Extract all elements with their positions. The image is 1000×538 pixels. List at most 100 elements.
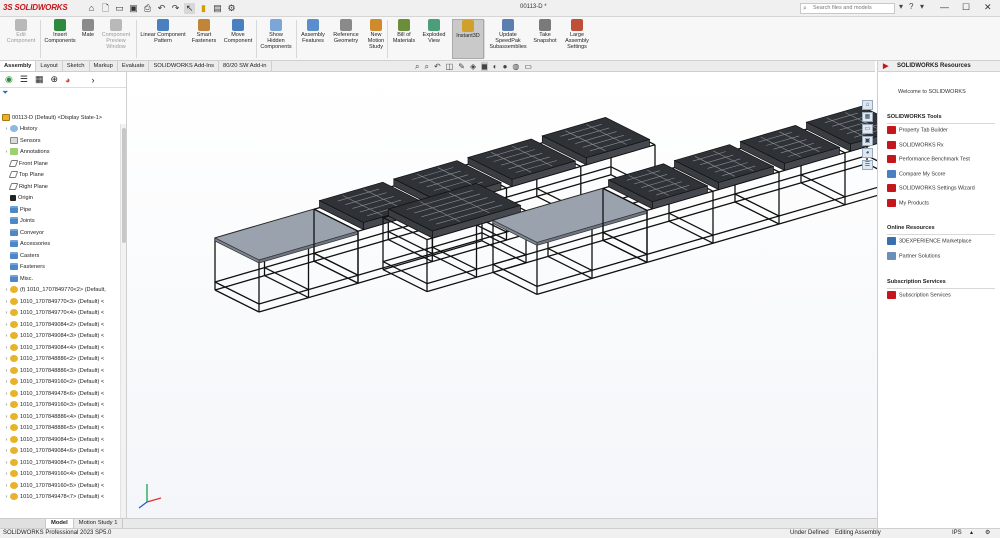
hide-show-items-icon[interactable]: ◐ <box>493 62 498 71</box>
status-options-icon[interactable]: ⚙ <box>985 529 990 538</box>
apply-scene-icon[interactable]: ◍ <box>512 62 519 71</box>
expand-arrow-icon[interactable]: › <box>3 412 10 424</box>
tree-item[interactable]: › 1010_1707848886<5> (Default) < <box>0 423 120 435</box>
tree-item[interactable]: Pipe <box>0 205 120 217</box>
expand-arrow-icon[interactable]: › <box>3 343 10 355</box>
tree-item[interactable]: Origin <box>0 193 120 205</box>
tree-item[interactable]: Accessories <box>0 239 120 251</box>
tab-sketch[interactable]: Sketch <box>63 61 90 71</box>
expand-arrow-icon[interactable]: › <box>3 389 10 401</box>
resources-tab-icon[interactable]: ⌂ <box>862 100 873 110</box>
tree-scrollbar-thumb[interactable] <box>122 128 126 243</box>
expand-arrow-icon[interactable]: › <box>3 469 10 481</box>
tree-item[interactable]: › 1010_1707849160<4> (Default) < <box>0 469 120 481</box>
bottom-tab-motion-study-1[interactable]: Motion Study 1 <box>74 519 124 528</box>
ribbon-button-12[interactable]: Exploded View <box>421 19 447 44</box>
dimxpert-tab-icon[interactable]: ⊕ <box>50 74 58 85</box>
zoom-area-icon[interactable]: ⌕ <box>424 62 428 71</box>
panel-expand-icon[interactable]: › <box>91 75 94 85</box>
expand-arrow-icon[interactable]: › <box>3 308 10 320</box>
resource-link[interactable]: Subscription Services <box>887 291 951 299</box>
resource-link[interactable]: 3DEXPERIENCE Marketplace <box>887 237 972 245</box>
ribbon-button-16[interactable]: Large Assembly Settings <box>562 19 592 50</box>
configuration-manager-tab-icon[interactable]: ▦ <box>35 74 44 85</box>
ribbon-button-2[interactable]: Mate <box>80 19 96 38</box>
resource-link[interactable]: Performance Benchmark Test <box>887 155 970 163</box>
display-style-icon[interactable]: ◼ <box>481 62 488 71</box>
tab-scroll-arrows[interactable] <box>0 519 46 528</box>
assembly-model-view[interactable] <box>127 72 912 518</box>
ribbon-button-1[interactable]: Insert Components <box>42 19 78 44</box>
tree-item[interactable]: › 1010_1707849084<2> (Default) < <box>0 320 120 332</box>
property-manager-tab-icon[interactable]: ☰ <box>20 74 28 85</box>
ribbon-button-11[interactable]: Bill of Materials <box>391 19 417 44</box>
tree-item[interactable]: Sensors <box>0 136 120 148</box>
zoom-to-fit-icon[interactable]: ⌕ <box>415 62 419 71</box>
tree-item[interactable]: › 1010_1707849160<5> (Default) < <box>0 481 120 493</box>
resource-link[interactable]: SOLIDWORKS Rx <box>887 140 944 149</box>
ribbon-button-3[interactable]: Component Preview Window <box>100 19 132 50</box>
help-dropdown-icon[interactable]: ▾ <box>920 2 924 11</box>
tree-item[interactable]: › 1010_1707849084<7> (Default) < <box>0 458 120 470</box>
edit-appearance-icon[interactable]: ● <box>503 62 508 71</box>
tree-item[interactable]: › History <box>0 124 120 136</box>
tree-item[interactable]: › 1010_1707849478<6> (Default) < <box>0 389 120 401</box>
tree-item[interactable]: › Annotations <box>0 147 120 159</box>
resource-link[interactable]: My Products <box>887 198 929 207</box>
help-icon[interactable]: ? <box>909 2 913 11</box>
ribbon-button-14[interactable]: Update SpeedPak Subassemblies <box>488 19 528 50</box>
tree-item[interactable]: › 1010_1707849160<3> (Default) < <box>0 400 120 412</box>
bottom-tab-model[interactable]: Model <box>46 519 74 528</box>
expand-arrow-icon[interactable]: › <box>3 331 10 343</box>
tree-item[interactable]: › 1010_1707849770<4> (Default) < <box>0 308 120 320</box>
expand-arrow-icon[interactable]: › <box>3 446 10 458</box>
save-icon[interactable]: ▣ <box>128 3 139 14</box>
ribbon-button-10[interactable]: New Motion Study <box>364 19 388 50</box>
tree-item[interactable]: Joints <box>0 216 120 228</box>
previous-view-icon[interactable]: ↶ <box>434 62 441 71</box>
view-settings-icon[interactable]: ▭ <box>524 62 532 71</box>
view-orientation-icon[interactable]: ◈ <box>470 62 476 71</box>
tree-item[interactable]: › 1010_1707849478<7> (Default) < <box>0 492 120 504</box>
expand-arrow-icon[interactable]: › <box>3 147 10 159</box>
expand-arrow-icon[interactable]: › <box>3 492 10 504</box>
expand-arrow-icon[interactable]: › <box>3 124 10 136</box>
tree-item[interactable]: › 1010_1707849084<3> (Default) < <box>0 331 120 343</box>
tree-item[interactable]: Conveyor <box>0 228 120 240</box>
file-explorer-tab-icon[interactable]: ▭ <box>862 124 873 134</box>
expand-arrow-icon[interactable]: › <box>3 458 10 470</box>
tree-item[interactable]: › 1010_1707849160<2> (Default) < <box>0 377 120 389</box>
tree-item[interactable]: › 1010_1707849084<5> (Default) < <box>0 435 120 447</box>
tree-item[interactable]: › 1010_1707848886<3> (Default) < <box>0 366 120 378</box>
ribbon-button-4[interactable]: Linear Component Pattern <box>138 19 188 44</box>
tree-item[interactable]: Casters <box>0 251 120 263</box>
dynamic-annotation-icon[interactable]: ✎ <box>458 62 465 71</box>
maximize-icon[interactable]: ☐ <box>962 2 970 13</box>
tab-assembly[interactable]: Assembly <box>0 61 37 71</box>
feature-manager-tab-icon[interactable]: ◉ <box>5 74 13 85</box>
tree-item[interactable]: Top Plane <box>0 170 120 182</box>
appearances-tab-icon[interactable]: ◕ <box>862 148 873 158</box>
tree-item[interactable]: Fasteners <box>0 262 120 274</box>
tab-80-20-sw-add-in[interactable]: 80/20 SW Add-in <box>219 61 272 71</box>
search-dropdown-icon[interactable]: ▾ <box>899 2 903 11</box>
ribbon-button-8[interactable]: Assembly Features <box>298 19 328 44</box>
expand-arrow-icon[interactable]: › <box>3 423 10 435</box>
resource-link[interactable]: Property Tab Builder <box>887 126 948 134</box>
welcome-link[interactable]: Welcome to SOLIDWORKS <box>898 89 966 95</box>
tree-item[interactable]: › 1010_1707849084<6> (Default) < <box>0 446 120 458</box>
ribbon-button-7[interactable]: Show Hidden Components <box>258 19 294 50</box>
graphics-area[interactable] <box>127 72 912 518</box>
select-arrow-icon[interactable]: ↖ <box>184 2 195 14</box>
custom-properties-tab-icon[interactable]: ☰ <box>862 160 873 170</box>
tree-item[interactable]: › 1010_1707848886<4> (Default) < <box>0 412 120 424</box>
expand-arrow-icon[interactable]: › <box>3 435 10 447</box>
expand-arrow-icon[interactable]: › <box>3 481 10 493</box>
print-icon[interactable]: ⎙ <box>142 3 153 14</box>
display-manager-tab-icon[interactable]: ◕ <box>65 75 70 85</box>
tab-evaluate[interactable]: Evaluate <box>118 61 150 71</box>
redo-icon[interactable]: ↷ <box>170 3 181 14</box>
tree-scrollbar[interactable] <box>120 124 126 524</box>
view-palette-tab-icon[interactable]: ▣ <box>862 136 873 146</box>
resource-link[interactable]: Compare My Score <box>887 169 945 178</box>
